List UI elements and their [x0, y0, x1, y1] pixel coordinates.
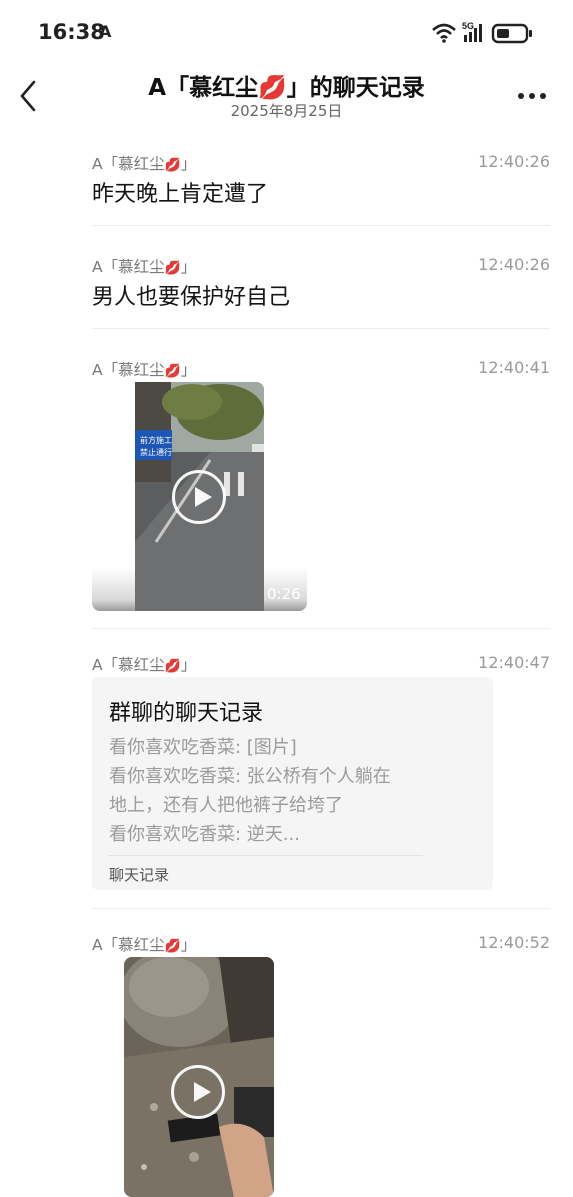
- lips-emoji: 💋: [164, 261, 181, 276]
- road-sign-text: 前方施工: [140, 435, 172, 445]
- card-divider: [109, 855, 423, 856]
- status-bar: 16:38 A 5G: [0, 0, 573, 64]
- road-sign-text: 禁止通行: [140, 447, 172, 457]
- status-icons: 5G: [432, 21, 532, 44]
- chat-record-card[interactable]: 群聊的聊天记录 看你喜欢吃香菜: [图片] 看你喜欢吃香菜: 张公桥有个人躺在 …: [92, 677, 493, 890]
- battery-icon: [491, 23, 532, 44]
- play-icon[interactable]: [172, 470, 226, 524]
- message-item[interactable]: A「慕红尘💋」 12:40:26 昨天晚上肯定遭了: [92, 152, 550, 232]
- sender-name: A「慕红尘💋」: [92, 258, 197, 276]
- lips-emoji: 💋: [164, 158, 181, 173]
- status-time: 16:38: [38, 20, 105, 44]
- lips-emoji: 💋: [164, 659, 181, 674]
- card-footer: 聊天记录: [109, 866, 170, 884]
- video-message[interactable]: [124, 957, 274, 1197]
- more-options-icon[interactable]: [517, 92, 547, 100]
- message-item[interactable]: A「慕红尘💋」 12:40:26 男人也要保护好自己: [92, 255, 550, 335]
- message-item: A「慕红尘💋」 12:40:41 前方施工 禁止通行 0:26: [92, 358, 550, 630]
- message-text: 昨天晚上肯定遭了: [92, 182, 269, 207]
- lips-emoji: 💋: [164, 939, 181, 954]
- card-title: 群聊的聊天记录: [109, 701, 264, 726]
- page-title: A「慕红尘💋」的聊天记录: [148, 75, 425, 101]
- message-time: 12:40:52: [478, 933, 550, 952]
- message-time: 12:40:26: [478, 255, 550, 274]
- sender-name: A「慕红尘💋」: [92, 656, 197, 674]
- card-line: 看你喜欢吃香菜: 逆天...: [109, 824, 300, 845]
- divider: [92, 908, 550, 909]
- sender-name: A「慕红尘💋」: [92, 361, 197, 379]
- divider: [92, 628, 550, 629]
- lips-emoji: 💋: [164, 364, 181, 379]
- message-time: 12:40:47: [478, 653, 550, 672]
- play-icon[interactable]: [171, 1065, 225, 1119]
- message-time: 12:40:26: [478, 152, 550, 171]
- divider: [92, 328, 550, 329]
- sender-name: A「慕红尘💋」: [92, 936, 197, 954]
- message-time: 12:40:41: [478, 358, 550, 377]
- sender-name: A「慕红尘💋」: [92, 155, 197, 173]
- message-item: A「慕红尘💋」 12:40:52: [92, 933, 550, 1197]
- signal-icon: 5G: [462, 21, 482, 42]
- video-message[interactable]: 前方施工 禁止通行 0:26: [92, 382, 307, 611]
- divider: [92, 225, 550, 226]
- network-label: 5G: [462, 21, 474, 31]
- card-line: 看你喜欢吃香菜: 张公桥有个人躺在: [109, 766, 391, 787]
- page-date: 2025年8月25日: [230, 102, 343, 120]
- app-notification-icon: A: [99, 22, 112, 41]
- message-text: 男人也要保护好自己: [92, 285, 291, 310]
- card-line: 地上，还有人把他裤子给垮了: [109, 795, 343, 816]
- chat-history-header: A「慕红尘💋」的聊天记录 2025年8月25日: [0, 64, 573, 130]
- wifi-icon: [432, 23, 456, 43]
- card-line: 看你喜欢吃香菜: [图片]: [109, 737, 297, 758]
- video-duration: 0:26: [267, 585, 301, 603]
